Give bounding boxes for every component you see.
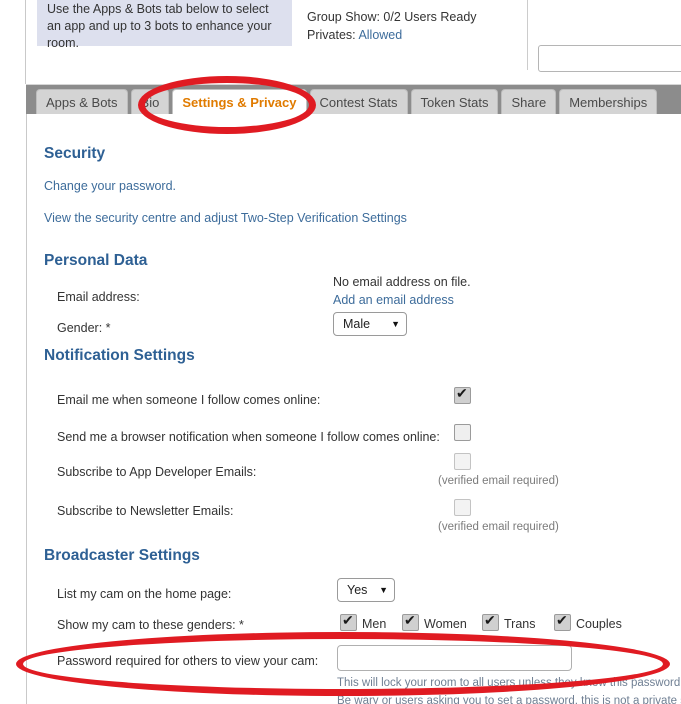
list-cam-select-value: Yes xyxy=(347,583,368,597)
tab-memberships[interactable]: Memberships xyxy=(559,89,658,114)
security-centre-link[interactable]: View the security centre and adjust Two-… xyxy=(44,211,407,225)
privates-value-link[interactable]: Allowed xyxy=(358,28,402,42)
left-rail-divider xyxy=(25,0,26,84)
app-developer-emails-checkbox[interactable] xyxy=(454,453,471,470)
tab-settings-privacy[interactable]: Settings & Privacy xyxy=(172,89,307,114)
gender-label-men: Men xyxy=(362,617,387,631)
change-password-link[interactable]: Change your password. xyxy=(44,179,176,193)
settings-content-panel: Security Change your password. View the … xyxy=(26,114,681,704)
gender-label-trans: Trans xyxy=(504,617,536,631)
tab-bio[interactable]: Bio xyxy=(130,89,170,114)
gender-select-value: Male xyxy=(343,317,371,331)
gender-checkbox-women[interactable] xyxy=(402,612,419,631)
chevron-down-icon: ▼ xyxy=(391,319,400,329)
moderator-search-input[interactable] xyxy=(538,45,681,72)
right-panel-divider xyxy=(527,0,528,70)
gender-checkbox-trans[interactable] xyxy=(482,612,499,631)
add-email-link[interactable]: Add an email address xyxy=(333,293,454,307)
notify-email-follow-label: Email me when someone I follow comes onl… xyxy=(57,393,321,407)
newsletter-emails-label: Subscribe to Newsletter Emails: xyxy=(57,504,234,518)
security-heading: Security xyxy=(44,145,106,162)
gender-select[interactable]: Male ▼ xyxy=(333,312,407,336)
group-show-status: Group Show: 0/2 Users Ready Privates: Al… xyxy=(307,8,477,44)
settings-privacy-page: Use the Apps & Bots tab below to select … xyxy=(0,0,681,704)
apps-bots-info-box: Use the Apps & Bots tab below to select … xyxy=(37,0,292,50)
privates-label: Privates: xyxy=(307,28,356,42)
notification-settings-heading: Notification Settings xyxy=(44,347,195,364)
show-cam-genders-label: Show my cam to these genders: * xyxy=(57,618,244,632)
broadcaster-settings-heading: Broadcaster Settings xyxy=(44,547,200,564)
chevron-down-icon: ▼ xyxy=(379,585,388,595)
gender-checkbox-men[interactable] xyxy=(340,612,357,631)
cam-password-input[interactable] xyxy=(337,645,572,671)
gender-label: Gender: * xyxy=(57,321,111,335)
list-cam-label: List my cam on the home page: xyxy=(57,587,232,601)
tab-contest-stats[interactable]: Contest Stats xyxy=(309,89,408,114)
group-show-line: Group Show: 0/2 Users Ready xyxy=(307,10,477,24)
tab-token-stats[interactable]: Token Stats xyxy=(410,89,499,114)
notify-browser-follow-checkbox[interactable] xyxy=(454,424,471,441)
cam-password-label: Password required for others to view you… xyxy=(57,654,319,668)
app-developer-emails-note: (verified email required) xyxy=(438,475,559,487)
app-developer-emails-label: Subscribe to App Developer Emails: xyxy=(57,465,257,479)
top-region: Use the Apps & Bots tab below to select … xyxy=(0,0,681,84)
gender-checkbox-couples[interactable] xyxy=(554,612,571,631)
notify-browser-follow-label: Send me a browser notification when some… xyxy=(57,430,440,444)
tab-apps-bots[interactable]: Apps & Bots xyxy=(36,89,128,114)
gender-label-women: Women xyxy=(424,617,467,631)
email-status-text: No email address on file. xyxy=(333,275,471,289)
notify-email-follow-checkbox[interactable] xyxy=(454,385,471,404)
tab-share[interactable]: Share xyxy=(501,89,557,114)
cam-password-help-line-1: This will lock your room to all users un… xyxy=(337,677,681,689)
personal-data-heading: Personal Data xyxy=(44,252,148,269)
tab-bar: Apps & Bots Bio Settings & Privacy Conte… xyxy=(36,89,660,114)
list-cam-select[interactable]: Yes ▼ xyxy=(337,578,395,602)
newsletter-emails-note: (verified email required) xyxy=(438,521,559,533)
gender-label-couples: Couples xyxy=(576,617,622,631)
cam-password-help-line-2: Be wary or users asking you to set a pas… xyxy=(337,695,681,704)
privates-line: Privates: Allowed xyxy=(307,26,477,44)
newsletter-emails-checkbox[interactable] xyxy=(454,499,471,516)
email-address-label: Email address: xyxy=(57,290,140,304)
